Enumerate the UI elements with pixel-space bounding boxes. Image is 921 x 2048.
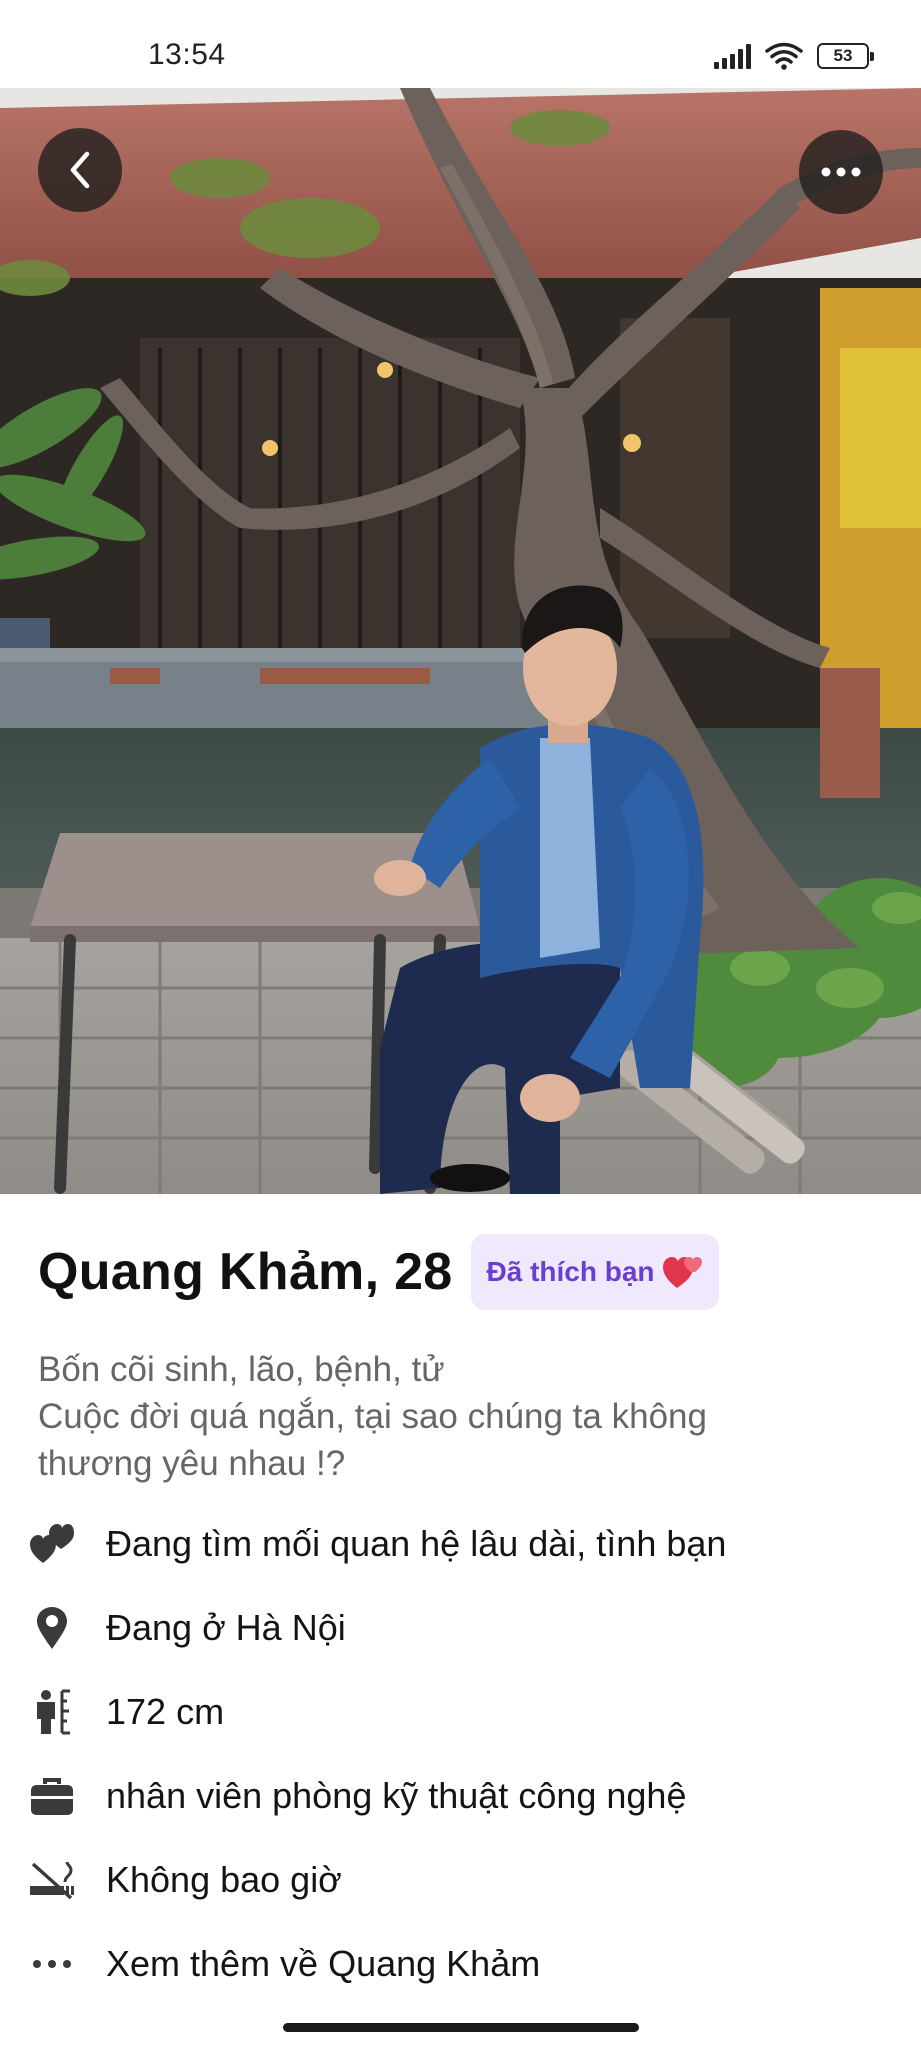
liked-badge-label: Đã thích bạn <box>486 1256 655 1287</box>
detail-height: 172 cm <box>28 1682 224 1742</box>
detail-location: Đang ở Hà Nội <box>28 1598 346 1658</box>
bio-line: thương yêu nhau !? <box>38 1444 346 1483</box>
chevron-left-icon <box>70 151 90 189</box>
detail-smoking-text: Không bao giờ <box>106 1859 342 1900</box>
wifi-icon <box>765 42 803 70</box>
detail-smoking: Không bao giờ <box>28 1850 342 1910</box>
briefcase-icon <box>28 1772 76 1820</box>
see-more-about-text[interactable]: Xem thêm về Quang Khảm <box>106 1943 540 1985</box>
detail-job: nhân viên phòng kỹ thuật công nghệ <box>28 1766 686 1826</box>
profile-name-age: Quang Khảm, 28 <box>38 1243 453 1301</box>
detail-job-text: nhân viên phòng kỹ thuật công nghệ <box>106 1775 687 1816</box>
hearts-icon <box>28 1520 76 1568</box>
location-pin-icon <box>28 1604 76 1652</box>
photo-illustration <box>0 88 921 1194</box>
more-dots-icon <box>28 1940 76 1988</box>
signal-icon <box>714 43 751 69</box>
status-time: 13:54 <box>148 38 226 71</box>
hearts-icon <box>662 1257 702 1288</box>
profile-photo[interactable] <box>0 88 921 1194</box>
liked-you-badge: Đã thích bạn <box>470 1234 719 1310</box>
height-icon <box>28 1688 76 1736</box>
see-more-about-link[interactable]: Xem thêm về Quang Khảm <box>28 1934 540 1994</box>
more-horizontal-icon <box>821 167 861 177</box>
smoking-icon <box>28 1856 76 1904</box>
status-bar: 13:54 53 <box>0 0 921 88</box>
profile-bio: Bốn cõi sinh, lão, bệnh, tử Cuộc đời quá… <box>38 1346 898 1487</box>
detail-location-text: Đang ở Hà Nội <box>106 1607 346 1648</box>
more-options-button[interactable] <box>799 130 883 214</box>
bio-line: Cuộc đời quá ngắn, tại sao chúng ta khôn… <box>38 1397 707 1436</box>
battery-icon: 53 <box>817 43 874 69</box>
status-icons: 53 <box>714 40 874 72</box>
detail-relationship-goal-text: Đang tìm mối quan hệ lâu dài, tình bạn <box>106 1523 727 1564</box>
home-indicator[interactable] <box>283 2023 639 2032</box>
detail-height-text: 172 cm <box>106 1691 225 1732</box>
detail-relationship-goal: Đang tìm mối quan hệ lâu dài, tình bạn <box>28 1514 726 1574</box>
bio-line: Bốn cõi sinh, lão, bệnh, tử <box>38 1350 445 1389</box>
name-row: Quang Khảm, 28 Đã thích bạn <box>38 1234 719 1310</box>
back-button[interactable] <box>38 128 122 212</box>
